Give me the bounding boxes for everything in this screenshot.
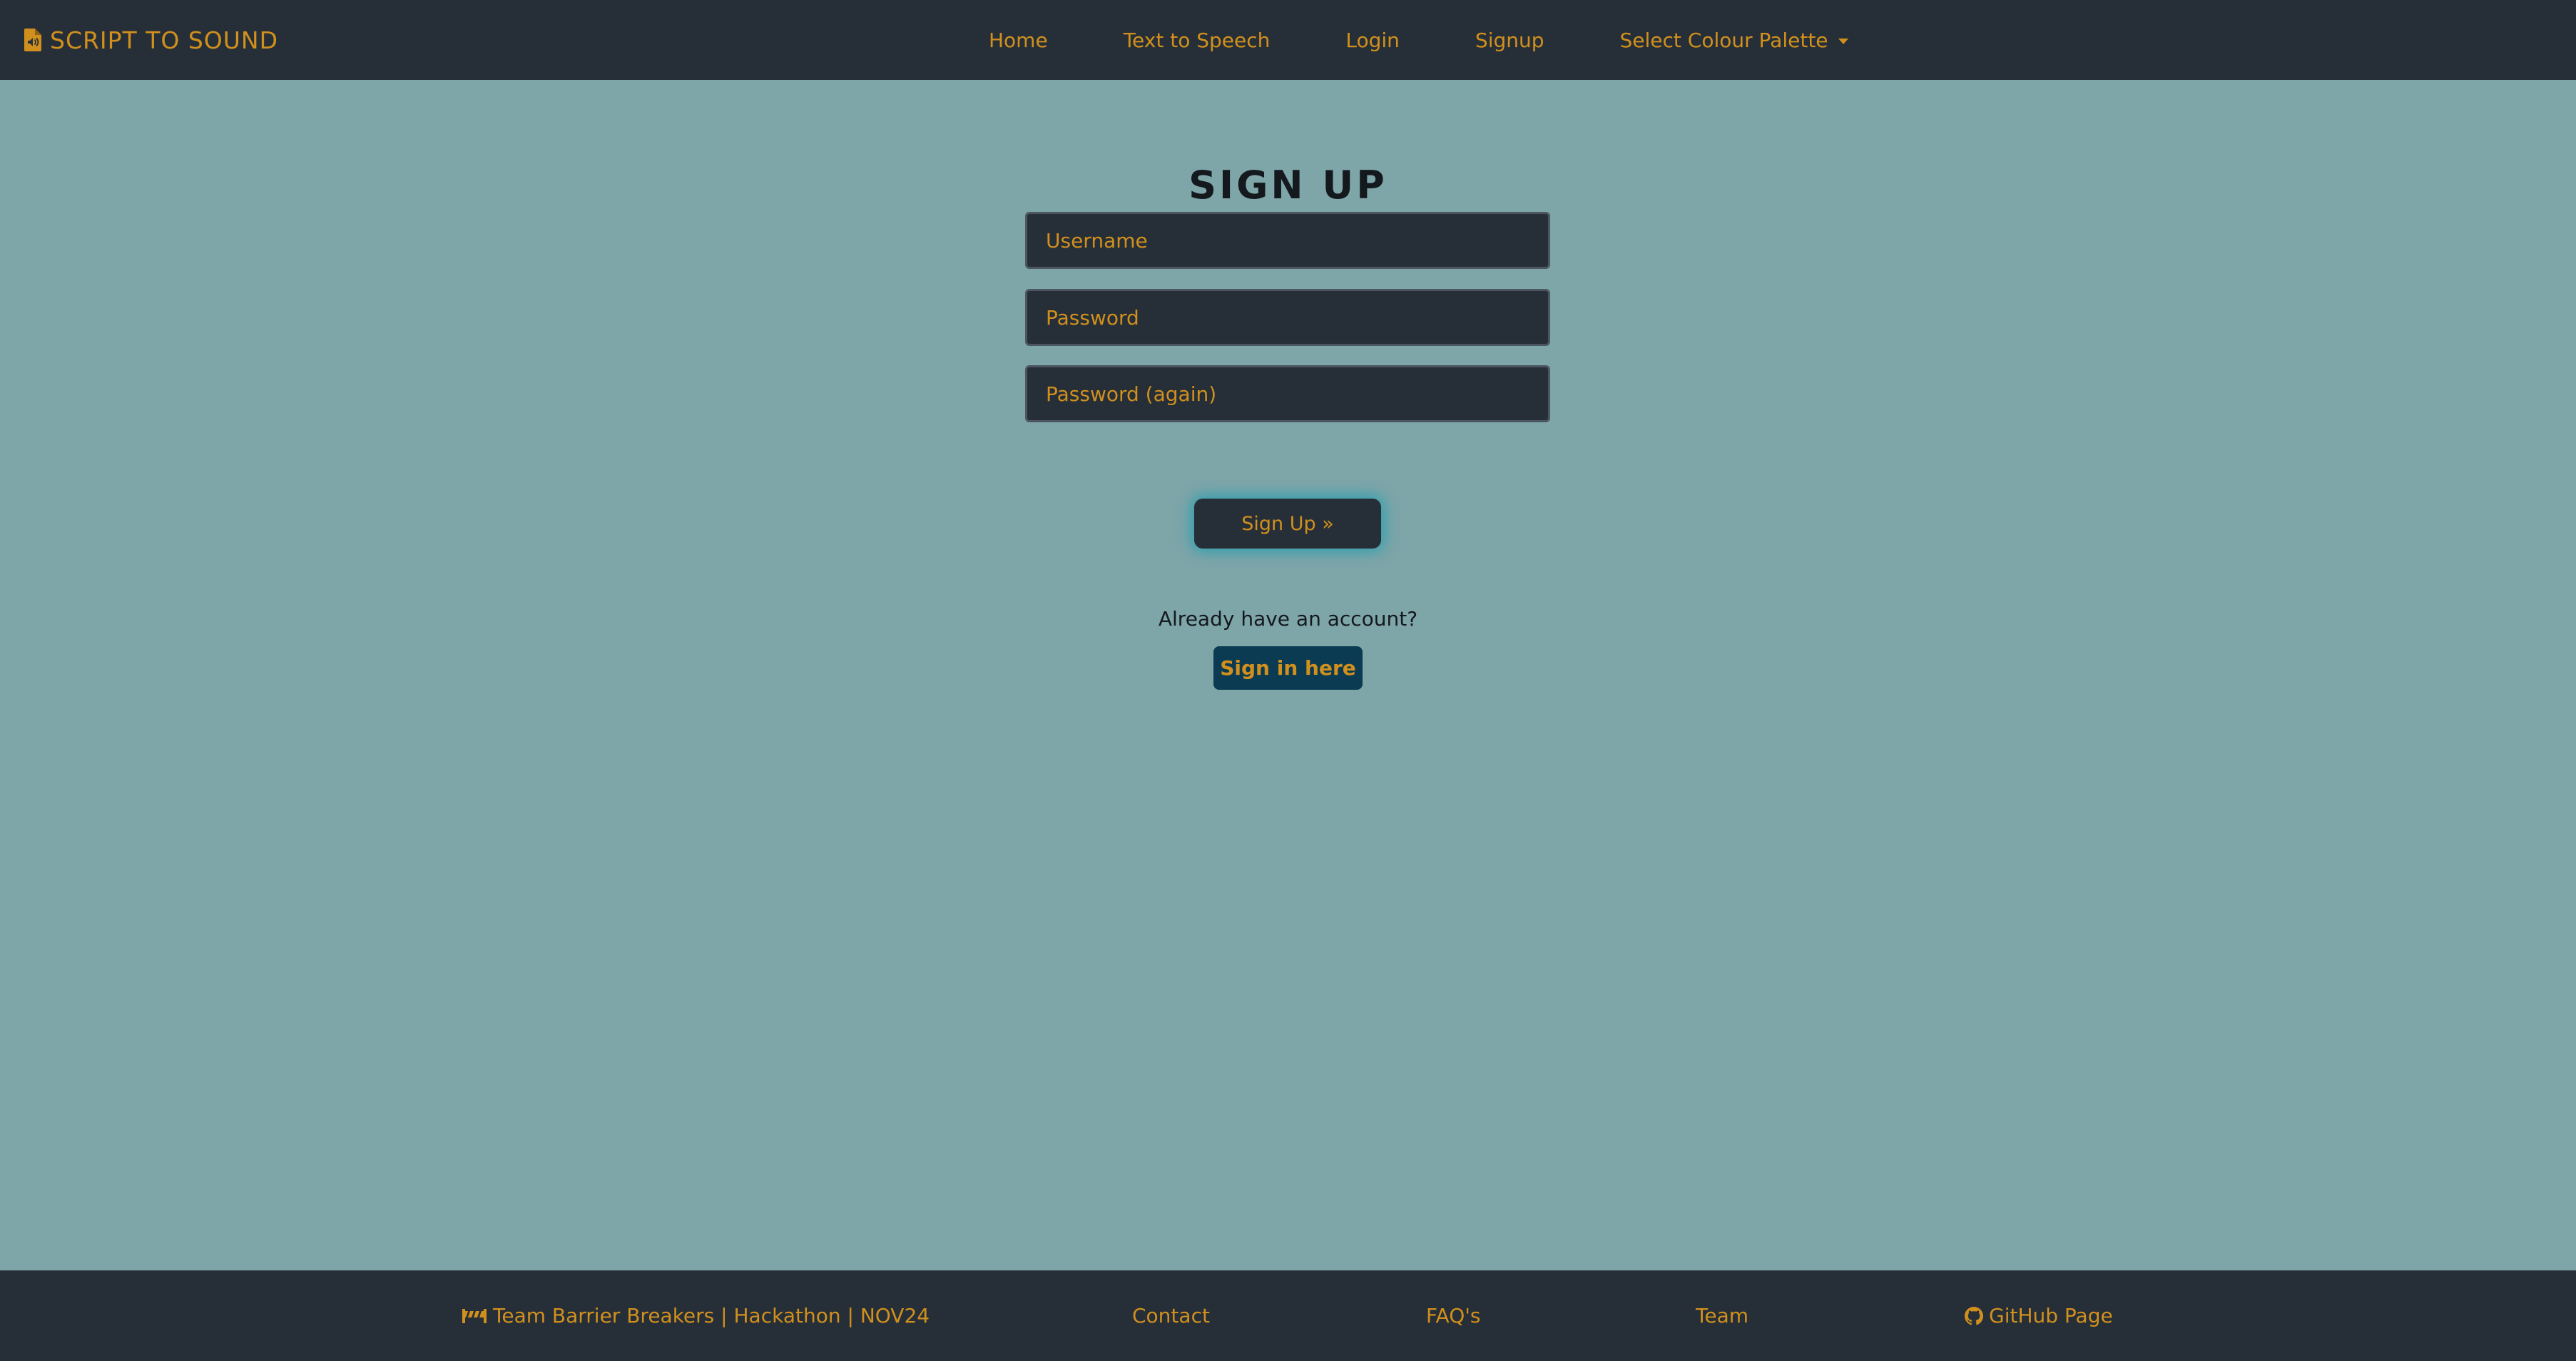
footer-github-link[interactable]: GitHub Page: [1965, 1270, 2113, 1361]
footer-team-label: Team Barrier Breakers | Hackathon | NOV2…: [493, 1304, 930, 1327]
footer-faq-link[interactable]: FAQ's: [1426, 1270, 1481, 1361]
footer-github-label: GitHub Page: [1989, 1304, 2113, 1327]
username-input[interactable]: [1025, 212, 1550, 269]
nav-home[interactable]: Home: [989, 29, 1048, 52]
page-title: SIGN UP: [1188, 163, 1388, 208]
github-icon: [1965, 1306, 1983, 1325]
brand-link[interactable]: SCRIPT TO SOUND: [24, 0, 278, 80]
password-again-input[interactable]: [1025, 365, 1550, 422]
nav-text-to-speech[interactable]: Text to Speech: [1124, 29, 1271, 52]
brand-label: SCRIPT TO SOUND: [50, 26, 278, 54]
password-input[interactable]: [1025, 289, 1550, 346]
footer-contact-link[interactable]: Contact: [1132, 1270, 1210, 1361]
nav-signup[interactable]: Signup: [1475, 29, 1544, 52]
footer-team-credit[interactable]: Team Barrier Breakers | Hackathon | NOV2…: [462, 1270, 930, 1361]
sign-up-button[interactable]: Sign Up »: [1194, 499, 1381, 549]
colour-palette-dropdown[interactable]: Select Colour Palette: [1620, 29, 1848, 52]
already-account-text: Already have an account?: [1158, 607, 1418, 631]
road-barrier-icon: [462, 1308, 487, 1323]
top-navbar: SCRIPT TO SOUND Home Text to Speech Logi…: [0, 0, 2576, 80]
nav-links: Home Text to Speech Login Signup Select …: [989, 0, 1924, 80]
footer-team-link[interactable]: Team: [1696, 1270, 1748, 1361]
footer: Team Barrier Breakers | Hackathon | NOV2…: [0, 1270, 2576, 1361]
nav-login[interactable]: Login: [1345, 29, 1400, 52]
sign-in-here-button[interactable]: Sign in here: [1213, 646, 1363, 690]
file-audio-icon: [24, 29, 41, 51]
